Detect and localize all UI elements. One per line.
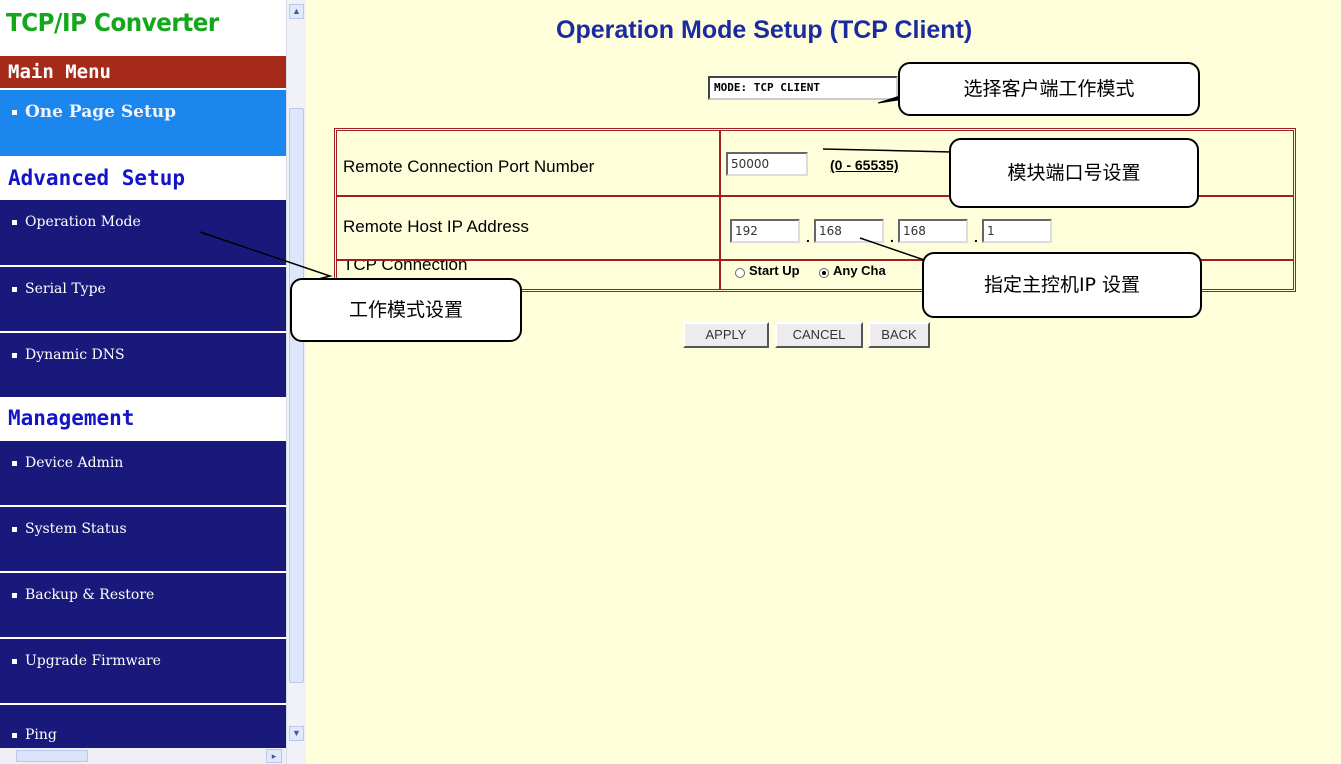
callout-host: 指定主控机IP 设置 [922,252,1202,318]
page-title: Operation Mode Setup (TCP Client) [556,16,973,44]
nav-one-page-setup-label: One Page Setup [12,102,176,122]
nav-dynamic-dns-label: Dynamic DNS [12,347,125,363]
bullet-icon [12,286,17,292]
port-label: Remote Connection Port Number [343,157,595,176]
nav-operation-mode-label: Operation Mode [12,214,141,230]
sidebar: TCP/IP Converter Main Menu One Page Setu… [0,0,286,764]
callout-mode: 选择客户端工作模式 [898,62,1200,116]
vertical-scroll-thumb[interactable] [289,108,304,683]
mode-select-value: MODE: TCP CLIENT [714,81,820,94]
nav-backup-restore-label: Backup & Restore [12,587,154,603]
bullet-icon [12,732,17,738]
radio-any-character-label: Any Cha [833,263,886,278]
bullet-icon [12,526,17,532]
horizontal-scrollbar[interactable]: ▸ [0,748,286,764]
chevron-up-icon[interactable]: ▲ [289,4,304,19]
tcp-connection-label: TCP Connection [343,261,468,274]
bullet-icon [12,110,17,115]
nav-operation-mode[interactable]: Operation Mode [0,200,286,267]
horizontal-scroll-thumb[interactable] [16,750,88,762]
cancel-button[interactable]: CANCEL [775,322,863,348]
nav-upgrade-firmware-label: Upgrade Firmware [12,653,161,669]
bullet-icon [12,352,17,358]
ip-octet-3-input[interactable] [898,219,968,243]
ip-octet-1-input[interactable] [730,219,800,243]
ip-octet-2-input[interactable] [814,219,884,243]
nav-dynamic-dns[interactable]: Dynamic DNS [0,333,286,399]
nav-backup-restore[interactable]: Backup & Restore [0,573,286,639]
chevron-right-icon[interactable]: ▸ [266,749,282,763]
bullet-icon [12,658,17,664]
main-menu-label: Main Menu [8,61,111,83]
vertical-scrollbar[interactable]: ▲ ▼ [286,0,306,764]
mode-select[interactable]: MODE: TCP CLIENT [708,76,898,100]
nav-one-page-setup[interactable]: One Page Setup [0,90,286,156]
radio-start-up[interactable] [735,268,745,278]
section-advanced-setup: Advanced Setup [8,166,186,190]
apply-button[interactable]: APPLY [683,322,769,348]
callout-port: 模块端口号设置 [949,138,1199,208]
chevron-down-icon[interactable]: ▼ [289,726,304,741]
bullet-icon [12,592,17,598]
bullet-icon [12,219,17,225]
nav-upgrade-firmware[interactable]: Upgrade Firmware [0,639,286,705]
nav-device-admin[interactable]: Device Admin [0,441,286,507]
nav-serial-type-label: Serial Type [12,281,106,297]
main-menu-header: Main Menu [0,56,286,88]
nav-ping-label: Ping [12,727,57,743]
radio-any-character[interactable] [819,268,829,278]
nav-system-status-label: System Status [12,521,127,537]
callout-operation-mode: 工作模式设置 [290,278,522,342]
port-range-hint: (0 - 65535) [830,157,899,173]
port-input[interactable] [726,152,808,176]
ip-separator: . [806,229,810,245]
back-button[interactable]: BACK [868,322,930,348]
ip-octet-4-input[interactable] [982,219,1052,243]
bullet-icon [12,460,17,466]
nav-serial-type[interactable]: Serial Type [0,267,286,333]
radio-start-up-label: Start Up [749,263,800,278]
section-management: Management [8,406,135,430]
nav-system-status[interactable]: System Status [0,507,286,573]
ip-separator: . [974,229,978,245]
ip-separator: . [890,229,894,245]
nav-device-admin-label: Device Admin [12,455,123,471]
app-title: TCP/IP Converter [6,8,219,37]
ip-label: Remote Host IP Address [343,217,529,236]
